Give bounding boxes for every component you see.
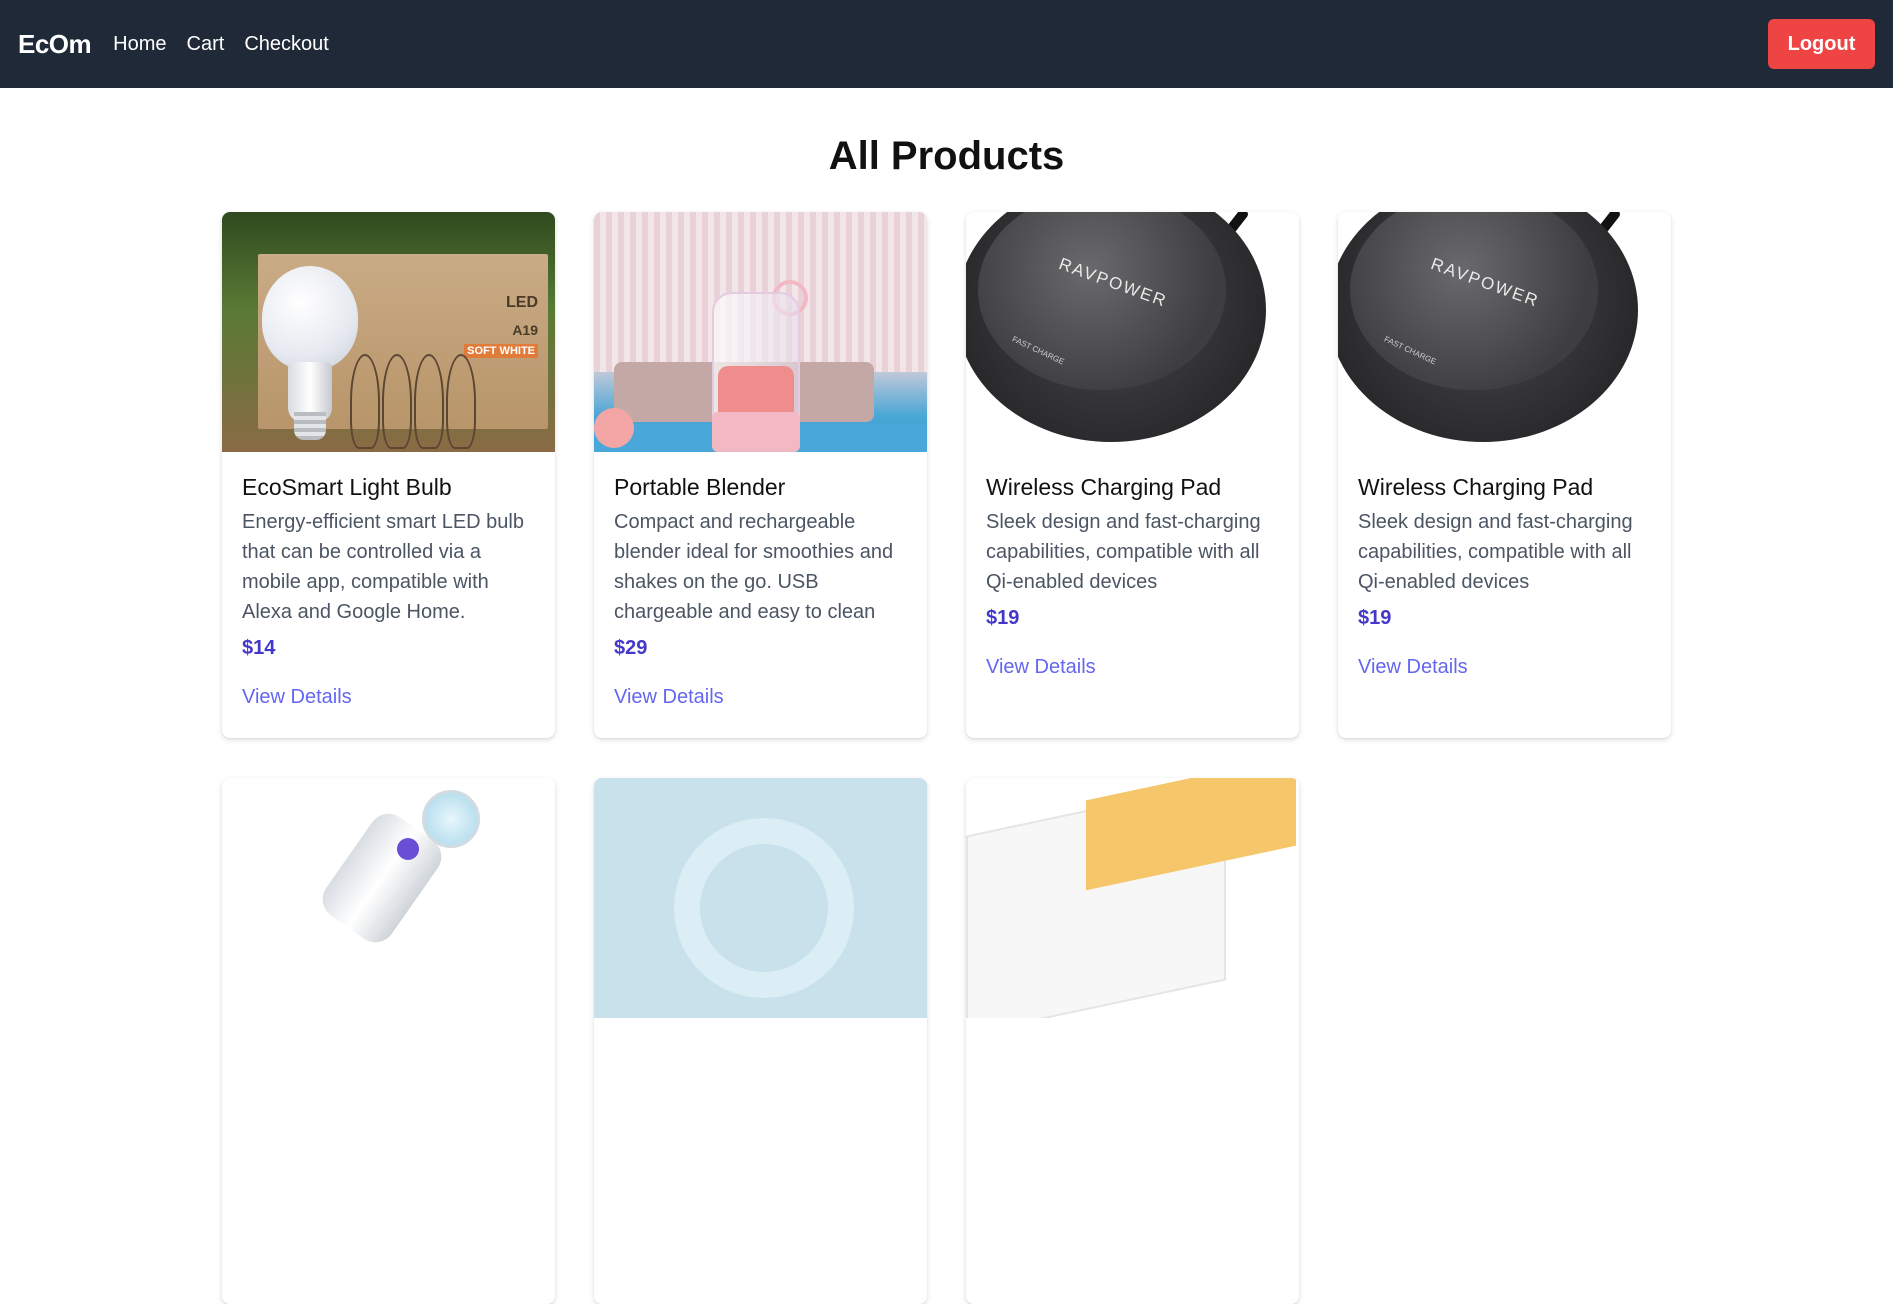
- view-details-link[interactable]: View Details: [614, 686, 724, 709]
- product-image-projector[interactable]: [966, 778, 1299, 1018]
- product-description: Sleek design and fast-charging capabilit…: [986, 511, 1261, 593]
- view-details-link[interactable]: View Details: [1358, 656, 1468, 679]
- brand-logo[interactable]: EcOm: [18, 29, 92, 60]
- nav-link-cart[interactable]: Cart: [187, 33, 225, 56]
- product-card: [594, 778, 927, 1304]
- card-body: Portable Blender Compact and rechargeabl…: [594, 452, 927, 709]
- product-card: RAVPOWER FAST CHARGE Wireless Charging P…: [1338, 212, 1671, 738]
- product-image-charging-pad[interactable]: RAVPOWER FAST CHARGE: [1338, 212, 1671, 452]
- pad-inner-graphic: [978, 212, 1226, 390]
- box-label-a19: A19: [512, 322, 538, 338]
- product-image-ring-light[interactable]: [594, 778, 927, 1018]
- product-price: $19: [986, 607, 1020, 629]
- product-description: Sleek design and fast-charging capabilit…: [1358, 511, 1633, 593]
- view-details-link[interactable]: View Details: [986, 656, 1096, 679]
- uv-lens-graphic: [397, 838, 419, 860]
- outline-bulb-graphic: [382, 354, 412, 449]
- product-description: Energy-efficient smart LED bulb that can…: [242, 511, 524, 623]
- product-image-uv-light[interactable]: [222, 778, 555, 1018]
- peach-graphic: [594, 408, 634, 448]
- product-title: EcoSmart Light Bulb: [242, 474, 452, 500]
- box-label-soft-white: SOFT WHITE: [464, 344, 538, 358]
- light-cap-graphic: [422, 790, 480, 848]
- pad-inner-graphic: [1350, 212, 1598, 390]
- product-title: Wireless Charging Pad: [986, 474, 1222, 500]
- bulb-screw-graphic: [294, 412, 326, 440]
- product-title: Wireless Charging Pad: [1358, 474, 1594, 500]
- pad-outer-graphic: RAVPOWER FAST CHARGE: [1338, 212, 1638, 442]
- product-card: Portable Blender Compact and rechargeabl…: [594, 212, 927, 738]
- page-title: All Products: [828, 134, 1065, 178]
- card-body: EcoSmart Light Bulb Energy-efficient sma…: [222, 452, 555, 709]
- card-body: Wireless Charging Pad Sleek design and f…: [966, 452, 1299, 679]
- nav-link-home[interactable]: Home: [113, 33, 166, 56]
- product-card: [966, 778, 1299, 1304]
- nav-link-checkout[interactable]: Checkout: [244, 33, 329, 56]
- outline-bulb-graphic: [414, 354, 444, 449]
- outline-bulb-graphic: [350, 354, 380, 449]
- product-grid: LED A19 SOFT WHITE EcoSmart Light Bulb E…: [222, 212, 1671, 1304]
- product-image-blender[interactable]: [594, 212, 927, 452]
- product-title: Portable Blender: [614, 474, 786, 500]
- product-image-light-bulb[interactable]: LED A19 SOFT WHITE: [222, 212, 555, 452]
- product-price: $19: [1358, 607, 1392, 629]
- bulb-glass-graphic: [262, 266, 358, 370]
- ring-light-graphic: [674, 818, 854, 998]
- bottle-base-graphic: [712, 412, 800, 452]
- product-price: $14: [242, 637, 276, 659]
- nav-left: EcOm Home Cart Checkout: [18, 29, 349, 60]
- logout-button[interactable]: Logout: [1768, 19, 1875, 69]
- product-card: LED A19 SOFT WHITE EcoSmart Light Bulb E…: [222, 212, 555, 738]
- top-navbar: EcOm Home Cart Checkout Logout: [0, 0, 1893, 88]
- product-price: $29: [614, 637, 648, 659]
- product-card: [222, 778, 555, 1304]
- pad-outer-graphic: RAVPOWER FAST CHARGE: [966, 212, 1266, 442]
- view-details-link[interactable]: View Details: [242, 686, 352, 709]
- product-description: Compact and rechargeable blender ideal f…: [614, 511, 894, 623]
- box-label-led: LED: [506, 294, 538, 311]
- outline-bulb-graphic: [446, 354, 476, 449]
- card-body: Wireless Charging Pad Sleek design and f…: [1338, 452, 1671, 679]
- product-image-charging-pad[interactable]: RAVPOWER FAST CHARGE: [966, 212, 1299, 452]
- product-card: RAVPOWER FAST CHARGE Wireless Charging P…: [966, 212, 1299, 738]
